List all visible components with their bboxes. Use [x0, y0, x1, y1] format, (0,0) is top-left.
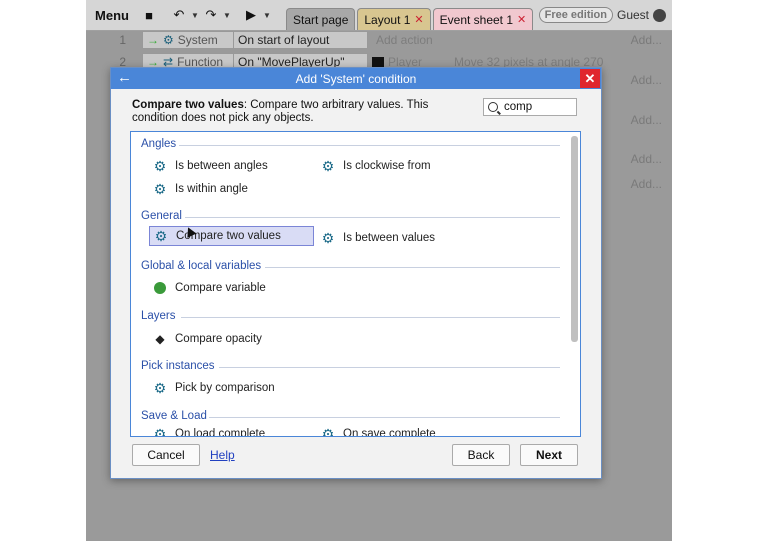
add-action-link[interactable]: Add action	[376, 33, 433, 47]
gear-icon: ⚙	[153, 380, 167, 396]
section-divider	[209, 417, 560, 418]
gear-icon: ⚙	[153, 181, 167, 197]
condition-label: Compare variable	[175, 282, 266, 294]
tab-event-sheet-1[interactable]: Event sheet 1 ✕	[432, 8, 534, 30]
section-divider	[181, 317, 560, 318]
tab-label: Layout 1	[364, 12, 411, 27]
condition-item[interactable]: ⚙ On load complete	[153, 424, 266, 437]
condition-item[interactable]: Compare variable	[153, 278, 266, 298]
condition-item[interactable]: ⚙ Pick by comparison	[153, 378, 275, 398]
redo-icon[interactable]: ↷	[200, 0, 222, 30]
event-condition[interactable]: On start of layout	[234, 31, 368, 49]
gear-icon: ⚙	[153, 426, 167, 437]
gear-icon: ⚙	[163, 33, 174, 47]
condition-label: Compare opacity	[175, 333, 262, 345]
globe-icon	[153, 281, 167, 295]
edition-badge[interactable]: Free edition	[538, 7, 613, 23]
section-title-layers: Layers	[141, 310, 176, 322]
tab-layout-1[interactable]: Layout 1 ✕	[357, 8, 431, 30]
layers-icon: ◆	[155, 332, 165, 346]
section-title-variables: Global & local variables	[141, 260, 262, 272]
back-button[interactable]: Back	[452, 444, 510, 466]
close-tab-icon[interactable]: ✕	[414, 13, 423, 26]
condition-label: Pick by comparison	[175, 382, 275, 394]
player-icon	[372, 57, 384, 67]
condition-description: Compare two values: Compare two arbitrar…	[132, 99, 462, 125]
condition-label: On save complete	[343, 428, 436, 437]
add-link[interactable]: Add...	[631, 113, 662, 127]
condition-item[interactable]: ⚙ Is within angle	[153, 179, 248, 199]
section-title-general: General	[141, 210, 182, 222]
gear-icon: ⚙	[321, 158, 335, 174]
play-icon[interactable]: ▶	[240, 0, 262, 30]
condition-list[interactable]: Angles ⚙ Is between angles ⚙ Is clockwis…	[130, 131, 581, 437]
section-divider	[185, 217, 560, 218]
play-dropdown-icon[interactable]: ▼	[262, 11, 272, 20]
section-divider	[179, 145, 560, 146]
user-icon[interactable]	[653, 8, 666, 22]
close-tab-icon[interactable]: ✕	[517, 13, 526, 26]
add-link[interactable]: Add...	[631, 152, 662, 166]
add-link[interactable]: Add...	[631, 73, 662, 87]
back-arrow-icon[interactable]: ←	[117, 69, 132, 86]
tab-start-page[interactable]: Start page	[286, 8, 356, 30]
condition-item[interactable]: ⚙ On save complete	[321, 424, 436, 437]
condition-item[interactable]: ⚙ Is clockwise from	[321, 156, 431, 176]
add-link[interactable]: Add...	[631, 177, 662, 191]
tab-label: Event sheet 1	[439, 12, 514, 27]
document-tabs: Start page Layout 1 ✕ Event sheet 1 ✕	[286, 0, 535, 30]
event-number: 1	[119, 33, 126, 47]
description-title: Compare two values	[132, 99, 244, 111]
next-button[interactable]: Next	[520, 444, 578, 466]
section-title-angles: Angles	[141, 138, 177, 150]
redo-dropdown-icon[interactable]: ▼	[222, 11, 232, 20]
dialog-title-bar: ← Add 'System' condition ✕	[111, 68, 601, 89]
gear-icon: ⚙	[154, 228, 168, 244]
section-divider	[219, 367, 560, 368]
condition-label: Is between values	[343, 232, 436, 244]
dialog-title: Add 'System' condition	[295, 71, 417, 86]
gear-icon: ⚙	[321, 426, 335, 437]
user-label[interactable]: Guest	[617, 8, 649, 22]
event-object-name: System	[177, 33, 218, 47]
search-value: comp	[504, 101, 533, 113]
arrow-icon: →	[147, 33, 159, 47]
close-button[interactable]: ✕	[580, 69, 600, 88]
cancel-button[interactable]: Cancel	[132, 444, 200, 466]
condition-label: On load complete	[175, 428, 266, 437]
main-toolbar: Menu ■ ↶ ▼ ↷ ▼ ▶ ▼ Start page Layout 1 ✕…	[86, 0, 672, 31]
menu-button[interactable]: Menu	[86, 0, 138, 30]
condition-item-selected[interactable]: ⚙ Compare two values	[149, 226, 314, 246]
section-title-pick-instances: Pick instances	[141, 360, 215, 372]
section-title-save-load: Save & Load	[141, 410, 207, 422]
undo-dropdown-icon[interactable]: ▼	[190, 11, 200, 20]
undo-icon[interactable]: ↶	[168, 0, 190, 30]
event-object[interactable]: → ⚙ System	[142, 31, 234, 49]
condition-item[interactable]: ⚙ Is between values	[321, 228, 435, 248]
save-icon[interactable]: ■	[138, 0, 160, 30]
search-input[interactable]: comp	[483, 98, 577, 116]
condition-label: Is within angle	[175, 183, 248, 195]
gear-icon: ⚙	[321, 230, 335, 246]
list-scrollbar[interactable]	[571, 136, 578, 342]
section-divider	[265, 267, 560, 268]
search-icon	[488, 102, 498, 112]
help-link[interactable]: Help	[210, 448, 235, 462]
add-link[interactable]: Add...	[631, 33, 672, 47]
condition-label: Is clockwise from	[343, 160, 431, 172]
gear-icon: ⚙	[153, 158, 167, 174]
event-row-1[interactable]: 1 → ⚙ System On start of layout Add acti…	[86, 30, 672, 50]
tab-label: Start page	[293, 12, 349, 27]
add-condition-dialog: ← Add 'System' condition ✕ Compare two v…	[110, 67, 602, 479]
condition-item[interactable]: ◆ Compare opacity	[153, 329, 262, 349]
toolbar-right: Free edition Guest	[538, 7, 672, 23]
condition-label: Is between angles	[175, 160, 268, 172]
condition-item[interactable]: ⚙ Is between angles	[153, 156, 268, 176]
